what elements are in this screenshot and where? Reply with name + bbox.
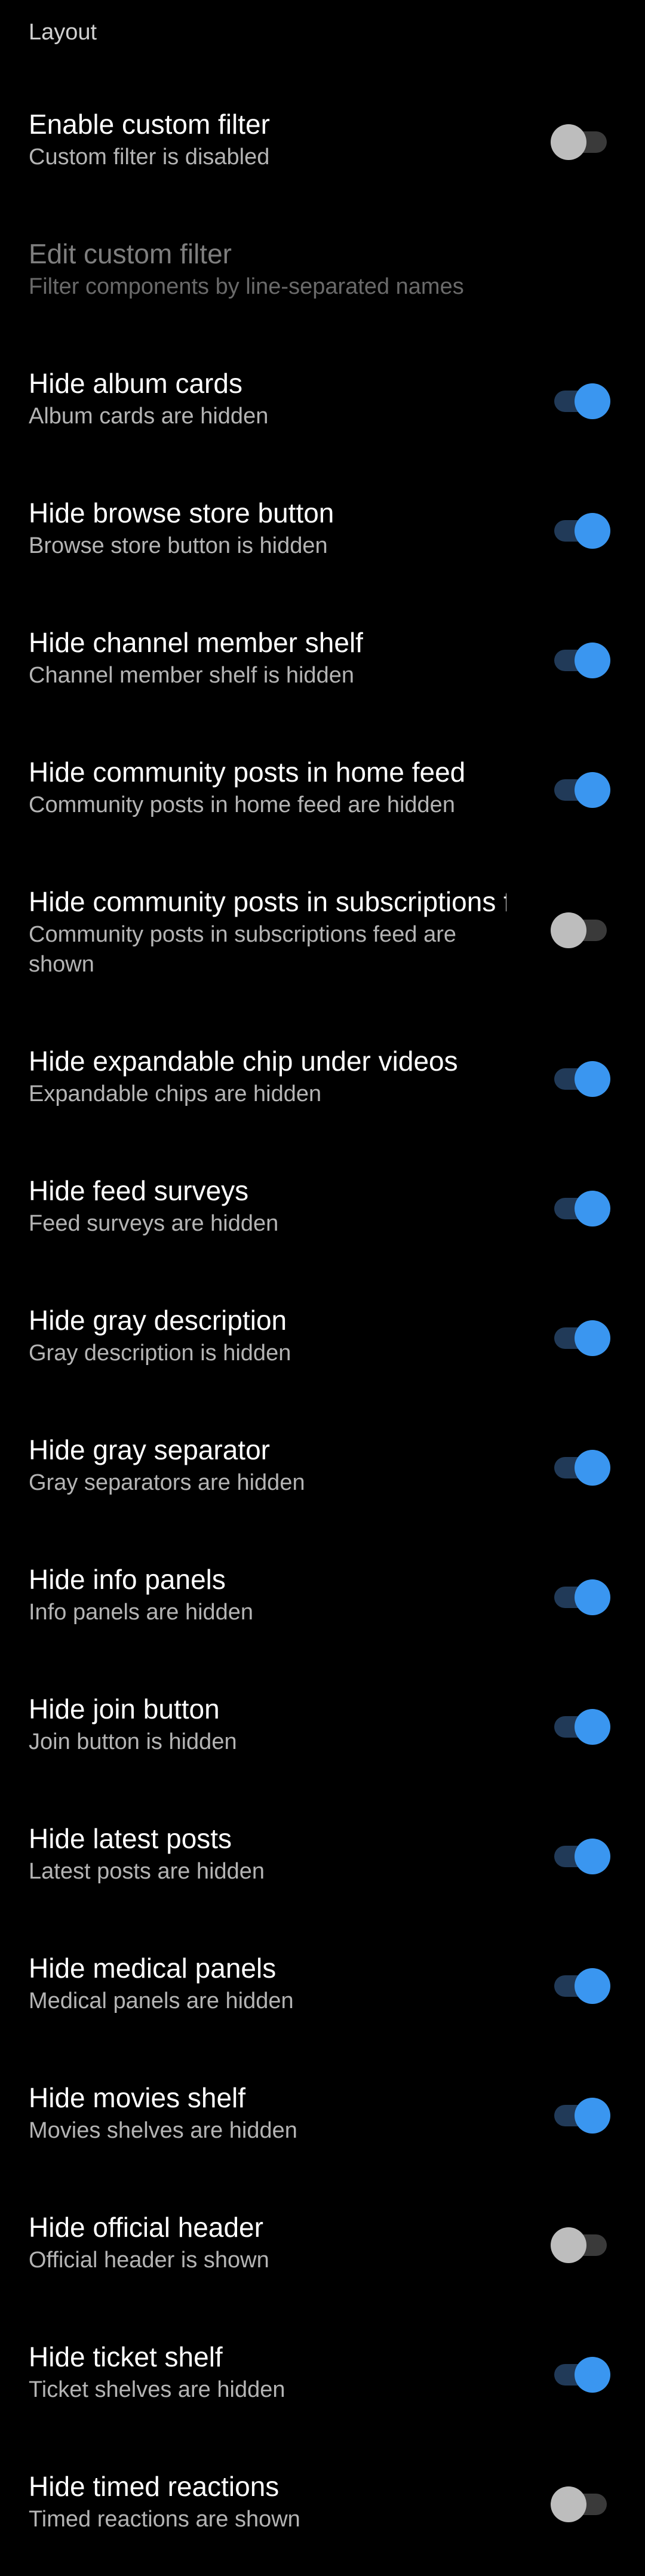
switch-thumb xyxy=(575,1450,610,1486)
pref-hide-official-header[interactable]: Hide official header Official header is … xyxy=(0,2211,645,2282)
pref-hide-join-button[interactable]: Hide join button Join button is hidden xyxy=(0,1692,645,1764)
toggle-switch[interactable] xyxy=(551,1837,610,1876)
pref-summary: Browse store button is hidden xyxy=(29,533,328,558)
pref-title: Hide timed reactions xyxy=(29,2471,280,2502)
toggle-switch[interactable] xyxy=(551,1967,610,2005)
pref-summary: Filter components by line-separated name… xyxy=(29,274,464,299)
pref-summary: Movies shelves are hidden xyxy=(29,2118,297,2143)
switch-thumb xyxy=(575,1320,610,1356)
toggle-switch[interactable] xyxy=(551,1060,610,1098)
pref-hide-medical-panels[interactable]: Hide medical panels Medical panels are h… xyxy=(0,1951,645,2023)
pref-summary: Info panels are hidden xyxy=(29,1600,254,1625)
pref-summary: Gray separators are hidden xyxy=(29,1470,305,1495)
toggle-switch[interactable] xyxy=(551,771,610,809)
toggle-switch[interactable] xyxy=(551,512,610,550)
pref-title: Hide gray separator xyxy=(29,1434,270,1465)
pref-hide-timed-reactions[interactable]: Hide timed reactions Timed reactions are… xyxy=(0,2470,645,2541)
toggle-switch[interactable] xyxy=(551,641,610,680)
pref-title: Hide join button xyxy=(29,1693,220,1724)
switch-thumb xyxy=(575,772,610,808)
pref-summary: Medical panels are hidden xyxy=(29,1988,294,2014)
pref-title: Hide channel member shelf xyxy=(29,627,363,658)
pref-title: Hide gray description xyxy=(29,1305,287,1336)
pref-title: Hide expandable chip under videos xyxy=(29,1046,458,1077)
pref-summary: Gray description is hidden xyxy=(29,1341,291,1366)
switch-thumb xyxy=(575,2098,610,2134)
pref-title: Edit custom filter xyxy=(29,238,232,269)
toggle-switch[interactable] xyxy=(551,1578,610,1616)
switch-thumb xyxy=(551,2227,586,2263)
pref-summary: Feed surveys are hidden xyxy=(29,1211,279,1236)
pref-hide-feed-surveys[interactable]: Hide feed surveys Feed surveys are hidde… xyxy=(0,1174,645,1246)
pref-hide-community-posts-subscriptions[interactable]: Hide community posts in subscriptions f.… xyxy=(0,885,645,986)
switch-thumb xyxy=(575,643,610,678)
switch-thumb xyxy=(575,513,610,549)
toggle-switch[interactable] xyxy=(551,911,610,949)
toggle-switch[interactable] xyxy=(551,1449,610,1487)
pref-hide-ticket-shelf[interactable]: Hide ticket shelf Ticket shelves are hid… xyxy=(0,2340,645,2412)
toggle-switch[interactable] xyxy=(551,1708,610,1746)
switch-thumb xyxy=(551,124,586,160)
pref-edit-custom-filter[interactable]: Edit custom filter Filter components by … xyxy=(0,237,645,309)
toggle-switch[interactable] xyxy=(551,2097,610,2135)
switch-thumb xyxy=(575,2357,610,2393)
pref-hide-latest-posts[interactable]: Hide latest posts Latest posts are hidde… xyxy=(0,1822,645,1893)
pref-hide-movies-shelf[interactable]: Hide movies shelf Movies shelves are hid… xyxy=(0,2081,645,2153)
pref-title: Hide feed surveys xyxy=(29,1175,249,1206)
switch-thumb xyxy=(575,1968,610,2004)
toggle-switch[interactable] xyxy=(551,123,610,161)
pref-summary: Timed reactions are shown xyxy=(29,2507,300,2532)
pref-summary: Album cards are hidden xyxy=(29,404,269,429)
pref-summary: Expandable chips are hidden xyxy=(29,1081,322,1106)
switch-thumb xyxy=(551,2486,586,2522)
pref-hide-gray-description[interactable]: Hide gray description Gray description i… xyxy=(0,1304,645,1375)
switch-thumb xyxy=(575,383,610,419)
toggle-switch[interactable] xyxy=(551,2485,610,2523)
pref-title: Enable custom filter xyxy=(29,109,270,140)
pref-hide-gray-separator[interactable]: Hide gray separator Gray separators are … xyxy=(0,1433,645,1505)
pref-summary: Community posts in subscriptions feed ar… xyxy=(29,922,456,977)
pref-title: Hide medical panels xyxy=(29,1953,277,1984)
switch-thumb xyxy=(575,1839,610,1874)
pref-summary: Latest posts are hidden xyxy=(29,1859,265,1884)
pref-summary: Ticket shelves are hidden xyxy=(29,2377,285,2402)
toggle-switch[interactable] xyxy=(551,2356,610,2394)
pref-hide-expandable-chip[interactable]: Hide expandable chip under videos Expand… xyxy=(0,1044,645,1116)
pref-title: Hide latest posts xyxy=(29,1823,232,1854)
pref-enable-custom-filter[interactable]: Enable custom filter Custom filter is di… xyxy=(0,107,645,179)
pref-title: Hide ticket shelf xyxy=(29,2341,223,2372)
toggle-switch[interactable] xyxy=(551,1319,610,1357)
pref-hide-channel-member-shelf[interactable]: Hide channel member shelf Channel member… xyxy=(0,626,645,697)
pref-hide-album-cards[interactable]: Hide album cards Album cards are hidden xyxy=(0,367,645,438)
pref-title: Hide info panels xyxy=(29,1564,226,1595)
pref-hide-info-panels[interactable]: Hide info panels Info panels are hidden xyxy=(0,1563,645,1634)
section-header-layout: Layout xyxy=(29,20,97,45)
pref-hide-community-posts-home[interactable]: Hide community posts in home feed Commun… xyxy=(0,755,645,827)
pref-title: Hide browse store button xyxy=(29,497,334,528)
switch-thumb xyxy=(575,1579,610,1615)
pref-summary: Join button is hidden xyxy=(29,1729,237,1754)
switch-thumb xyxy=(551,912,586,948)
toggle-switch[interactable] xyxy=(551,2226,610,2264)
pref-title: Hide community posts in subscriptions f.… xyxy=(29,886,506,917)
pref-summary: Official header is shown xyxy=(29,2248,269,2273)
pref-title: Hide community posts in home feed xyxy=(29,757,466,788)
pref-title: Hide album cards xyxy=(29,368,242,399)
pref-summary: Custom filter is disabled xyxy=(29,145,270,170)
switch-thumb xyxy=(575,1061,610,1097)
pref-title: Hide official header xyxy=(29,2212,263,2243)
pref-hide-browse-store-button[interactable]: Hide browse store button Browse store bu… xyxy=(0,496,645,568)
toggle-switch[interactable] xyxy=(551,1189,610,1228)
switch-thumb xyxy=(575,1709,610,1745)
pref-title: Hide movies shelf xyxy=(29,2082,246,2113)
pref-summary: Channel member shelf is hidden xyxy=(29,663,354,688)
switch-thumb xyxy=(575,1191,610,1226)
pref-summary: Community posts in home feed are hidden xyxy=(29,792,455,817)
settings-screen: Layout Enable custom filter Custom filte… xyxy=(0,0,645,2576)
toggle-switch[interactable] xyxy=(551,382,610,420)
